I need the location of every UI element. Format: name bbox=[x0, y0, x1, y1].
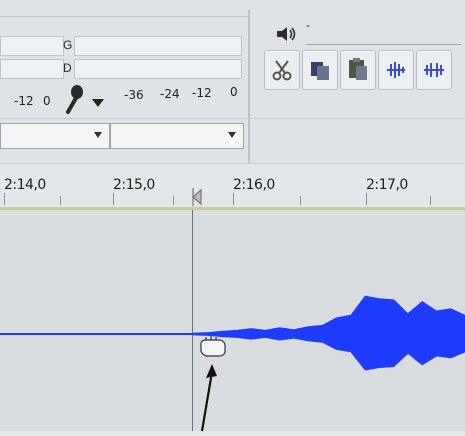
waveform-envelope bbox=[193, 295, 465, 371]
ruler-tick bbox=[233, 193, 234, 205]
ruler-tick bbox=[430, 196, 431, 205]
timeline-label: 2:14,0 bbox=[4, 177, 46, 193]
meter-channel-left[interactable] bbox=[0, 36, 64, 56]
ruler-tick bbox=[113, 193, 114, 205]
copy-button[interactable] bbox=[302, 50, 338, 90]
meter-channel-left-bar[interactable] bbox=[74, 36, 242, 56]
panel-divider bbox=[248, 10, 250, 118]
play-position-marker-icon[interactable] bbox=[191, 188, 203, 206]
timeline-label: 2:17,0 bbox=[366, 177, 408, 193]
silence-button[interactable] bbox=[416, 50, 452, 90]
annotation-arrow-icon bbox=[194, 362, 224, 432]
microphone-icon[interactable] bbox=[62, 84, 90, 116]
ruler-tick bbox=[173, 196, 174, 205]
paste-button[interactable] bbox=[340, 50, 376, 90]
ruler-tick bbox=[4, 193, 5, 205]
timeline-ruler[interactable]: 2:14,0 2:15,0 2:16,0 2:17,0 bbox=[0, 163, 465, 210]
trim-icon bbox=[387, 62, 405, 78]
timeline-label: 2:15,0 bbox=[113, 177, 155, 193]
scissors-icon bbox=[272, 60, 292, 81]
chevron-down-icon bbox=[228, 132, 236, 138]
trim-button[interactable] bbox=[378, 50, 414, 90]
copy-icon bbox=[311, 62, 329, 80]
audio-track[interactable] bbox=[0, 210, 465, 431]
channel-label-right: D bbox=[63, 61, 72, 75]
record-scale-0: 0 bbox=[43, 94, 51, 108]
panel-divider bbox=[248, 119, 250, 164]
playback-volume-slider[interactable] bbox=[306, 34, 461, 45]
play-scale-minus12: -12 bbox=[192, 86, 212, 100]
ruler-tick bbox=[366, 193, 367, 205]
panel-divider bbox=[0, 16, 248, 17]
meter-channel-right-bar[interactable] bbox=[74, 59, 242, 79]
record-options-arrow-icon[interactable] bbox=[92, 96, 104, 107]
play-scale-minus24: -24 bbox=[160, 87, 180, 101]
play-scale-minus36: -36 bbox=[124, 88, 144, 102]
play-device-dropdown[interactable] bbox=[110, 123, 244, 149]
ruler-tick bbox=[60, 196, 61, 205]
meter-channel-right[interactable] bbox=[0, 59, 64, 79]
channel-label-left: G bbox=[63, 38, 73, 52]
play-scale-0: 0 bbox=[230, 85, 238, 99]
cut-button[interactable] bbox=[264, 50, 300, 90]
silence-icon bbox=[424, 63, 444, 77]
waveform[interactable] bbox=[0, 210, 465, 431]
speaker-icon[interactable] bbox=[275, 24, 299, 44]
record-device-dropdown[interactable] bbox=[0, 123, 110, 149]
ruler-tick bbox=[300, 196, 301, 205]
timeline-label: 2:16,0 bbox=[233, 177, 275, 193]
paste-icon bbox=[349, 58, 367, 80]
playback-meter-mark: - bbox=[306, 18, 310, 32]
chevron-down-icon bbox=[94, 132, 102, 138]
hand-cursor-icon bbox=[198, 334, 228, 360]
meter-toolbar-panel: G D -12 0 -36 -24 -12 0 - bbox=[0, 0, 465, 118]
record-scale-minus12: -12 bbox=[14, 94, 34, 108]
